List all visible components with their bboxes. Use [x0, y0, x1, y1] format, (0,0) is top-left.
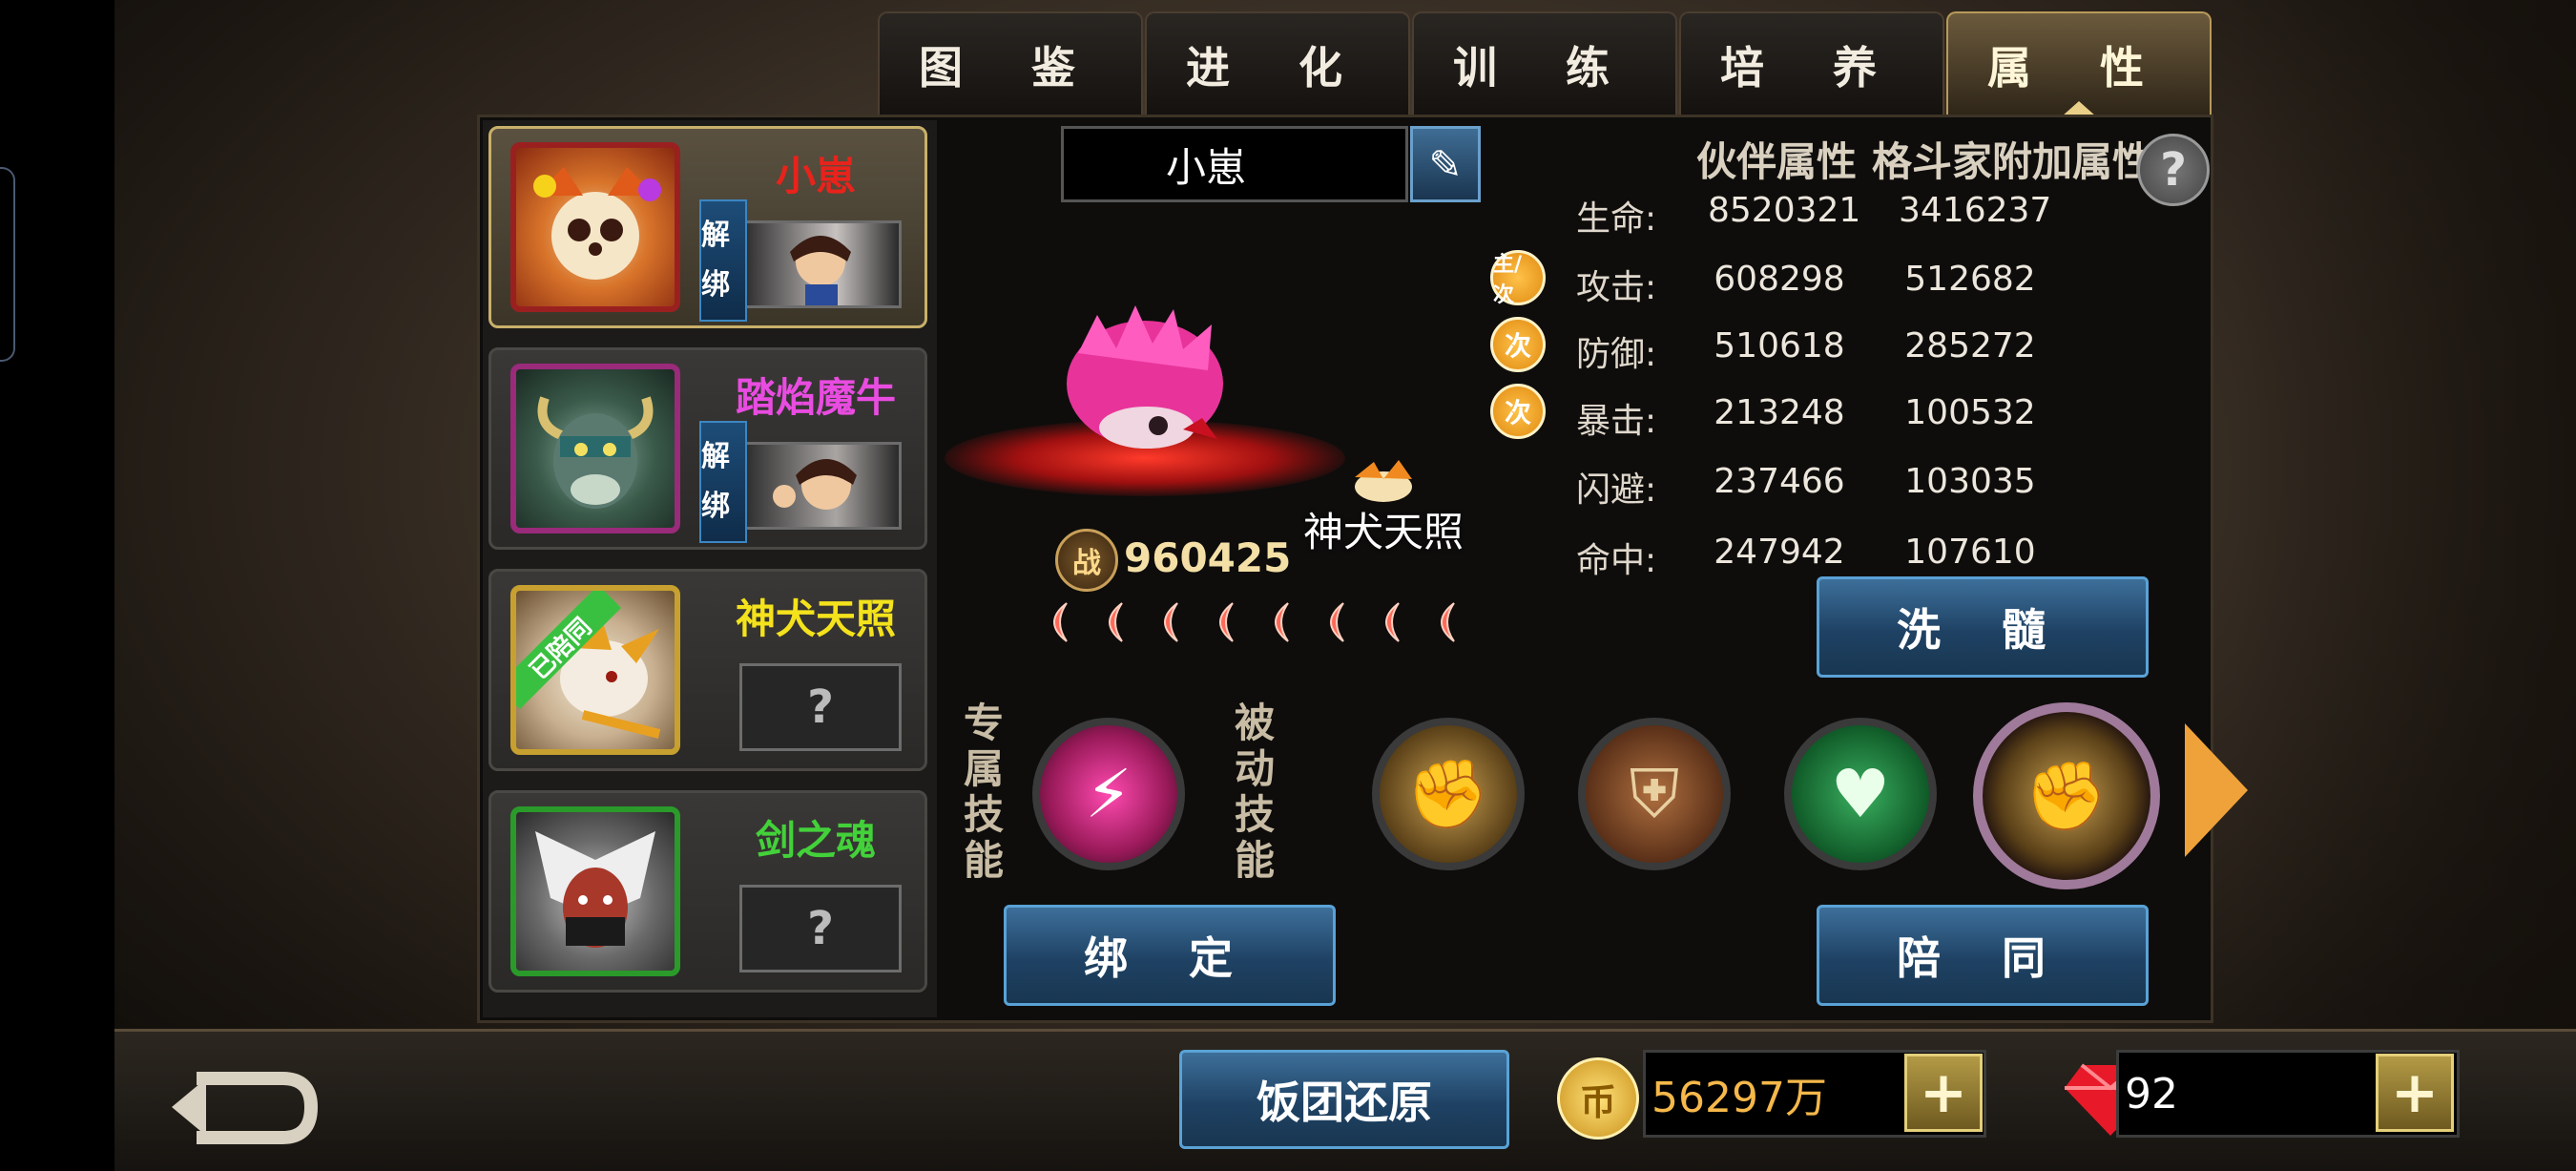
empty-fighter-slot[interactable]: ?	[739, 885, 902, 972]
background-shade	[2233, 0, 2576, 1168]
stat-partner-accuracy: 247942	[1714, 533, 1845, 572]
stat-fighter-accuracy: 107610	[1904, 533, 2036, 572]
partner-card-xiaozai[interactable]: 小崽 解绑	[488, 126, 927, 328]
question-mark-icon: ?	[807, 680, 834, 734]
star-icon	[1164, 602, 1178, 642]
back-button[interactable]	[168, 1059, 321, 1155]
exclusive-skill[interactable]: ⚡	[1032, 718, 1185, 870]
question-mark-icon: ?	[807, 902, 834, 955]
stat-label-crit: 暴击:	[1576, 402, 1657, 441]
tab-catalog[interactable]: 图 鉴	[878, 11, 1143, 116]
partner-attributes-header: 伙伴属性	[1696, 138, 1858, 185]
partner-portrait	[510, 142, 680, 312]
stat-fighter-hp: 3416237	[1899, 191, 2052, 230]
passive-skill-3[interactable]: ♥	[1784, 718, 1937, 870]
stat-label-attack: 攻击:	[1576, 268, 1657, 307]
add-gold-button[interactable]: +	[1904, 1054, 1983, 1132]
combat-power-icon: 战	[1055, 529, 1118, 592]
tab-train[interactable]: 训 练	[1412, 11, 1677, 116]
stat-partner-hp: 8520321	[1708, 191, 1861, 230]
help-button[interactable]: ?	[2137, 134, 2210, 206]
bound-fighter-slot[interactable]	[739, 220, 902, 308]
heart-plus-icon: ♥	[1830, 755, 1891, 833]
star-icon	[1385, 602, 1400, 642]
stat-fighter-attack: 512682	[1904, 260, 2036, 299]
partner-name: 踏焰魔牛	[735, 374, 896, 421]
stat-label-hp: 生命:	[1576, 199, 1657, 239]
partner-name: 剑之魂	[755, 817, 876, 864]
tab-attributes[interactable]: 属 性	[1946, 11, 2212, 116]
tab-cultivate[interactable]: 培 养	[1679, 11, 1944, 116]
stat-fighter-crit: 100532	[1904, 393, 2036, 432]
partner-name-field[interactable]: 小崽	[1061, 126, 1408, 202]
sub-badge: 次	[1490, 317, 1546, 372]
passive-skill-2[interactable]: ⛨	[1578, 718, 1731, 870]
shield-icon: ⛨	[1629, 754, 1680, 833]
stat-label-dodge: 闪避:	[1576, 470, 1657, 510]
gold-coin-icon: 币	[1557, 1057, 1639, 1140]
stat-label-defense: 防御:	[1576, 335, 1657, 374]
unbind-button[interactable]: 解绑	[699, 421, 747, 543]
star-icon	[1219, 602, 1234, 642]
passive-skill-label: 被动技能	[1234, 700, 1275, 884]
side-handle	[0, 167, 15, 362]
stat-fighter-defense: 285272	[1904, 326, 2036, 366]
star-icon	[1441, 602, 1455, 642]
left-border	[0, 0, 114, 1168]
star-icon	[1053, 602, 1068, 642]
bind-button[interactable]: 绑 定	[1004, 905, 1336, 1006]
sub-badge: 次	[1490, 384, 1546, 439]
stat-partner-dodge: 237466	[1714, 462, 1845, 501]
stat-partner-defense: 510618	[1714, 326, 1845, 366]
partner-portrait: 已陪同	[510, 585, 680, 755]
partner-name: 神犬天照	[735, 596, 896, 642]
restore-button[interactable]: 饭团还原	[1179, 1050, 1509, 1149]
passive-skill-4[interactable]: ✊	[1973, 702, 2160, 889]
companion-icon	[1355, 460, 1412, 502]
partner-card-tayanmoniu[interactable]: 踏焰魔牛 解绑	[488, 347, 927, 550]
partner-card-jianzhihun[interactable]: 剑之魂 ?	[488, 790, 927, 993]
accompany-button[interactable]: 陪 同	[1817, 905, 2149, 1006]
empty-fighter-slot[interactable]: ?	[739, 663, 902, 751]
fist-icon: ✊	[2025, 756, 2109, 835]
partner-name: 小崽	[775, 153, 856, 199]
stat-partner-crit: 213248	[1714, 393, 1845, 432]
next-arrow-icon[interactable]	[2185, 723, 2248, 857]
pink-slash-icon: ⚡	[1085, 755, 1132, 833]
add-gem-button[interactable]: +	[2376, 1054, 2454, 1132]
pencil-icon: ✎	[1428, 140, 1463, 188]
stat-fighter-dodge: 103035	[1904, 462, 2036, 501]
star-icon	[1275, 602, 1289, 642]
partner-model	[1067, 305, 1223, 449]
star-icon	[1330, 602, 1344, 642]
exclusive-skill-label: 专属技能	[963, 700, 1004, 884]
edit-name-button[interactable]: ✎	[1410, 126, 1481, 202]
partner-portrait	[510, 806, 680, 976]
combat-power-value: 960425	[1124, 534, 1292, 581]
refine-button[interactable]: 洗 髓	[1817, 576, 2149, 678]
unbind-button[interactable]: 解绑	[699, 199, 747, 322]
fighter-bonus-header: 格斗家附加属性	[1872, 138, 2153, 185]
stat-partner-attack: 608298	[1714, 260, 1845, 299]
star-icon	[1109, 602, 1123, 642]
partner-card-shenquantianzhao[interactable]: 已陪同 神犬天照 ?	[488, 569, 927, 771]
passive-skill-1[interactable]: ✊	[1372, 718, 1525, 870]
fist-icon: ✊	[1406, 754, 1490, 833]
bound-fighter-slot[interactable]	[739, 442, 902, 530]
main-sub-badge: 主/次	[1490, 250, 1546, 307]
partner-portrait	[510, 364, 680, 533]
tab-evolve[interactable]: 进 化	[1145, 11, 1410, 116]
stat-label-accuracy: 命中:	[1576, 541, 1657, 580]
companion-name: 神犬天照	[1303, 509, 1465, 555]
